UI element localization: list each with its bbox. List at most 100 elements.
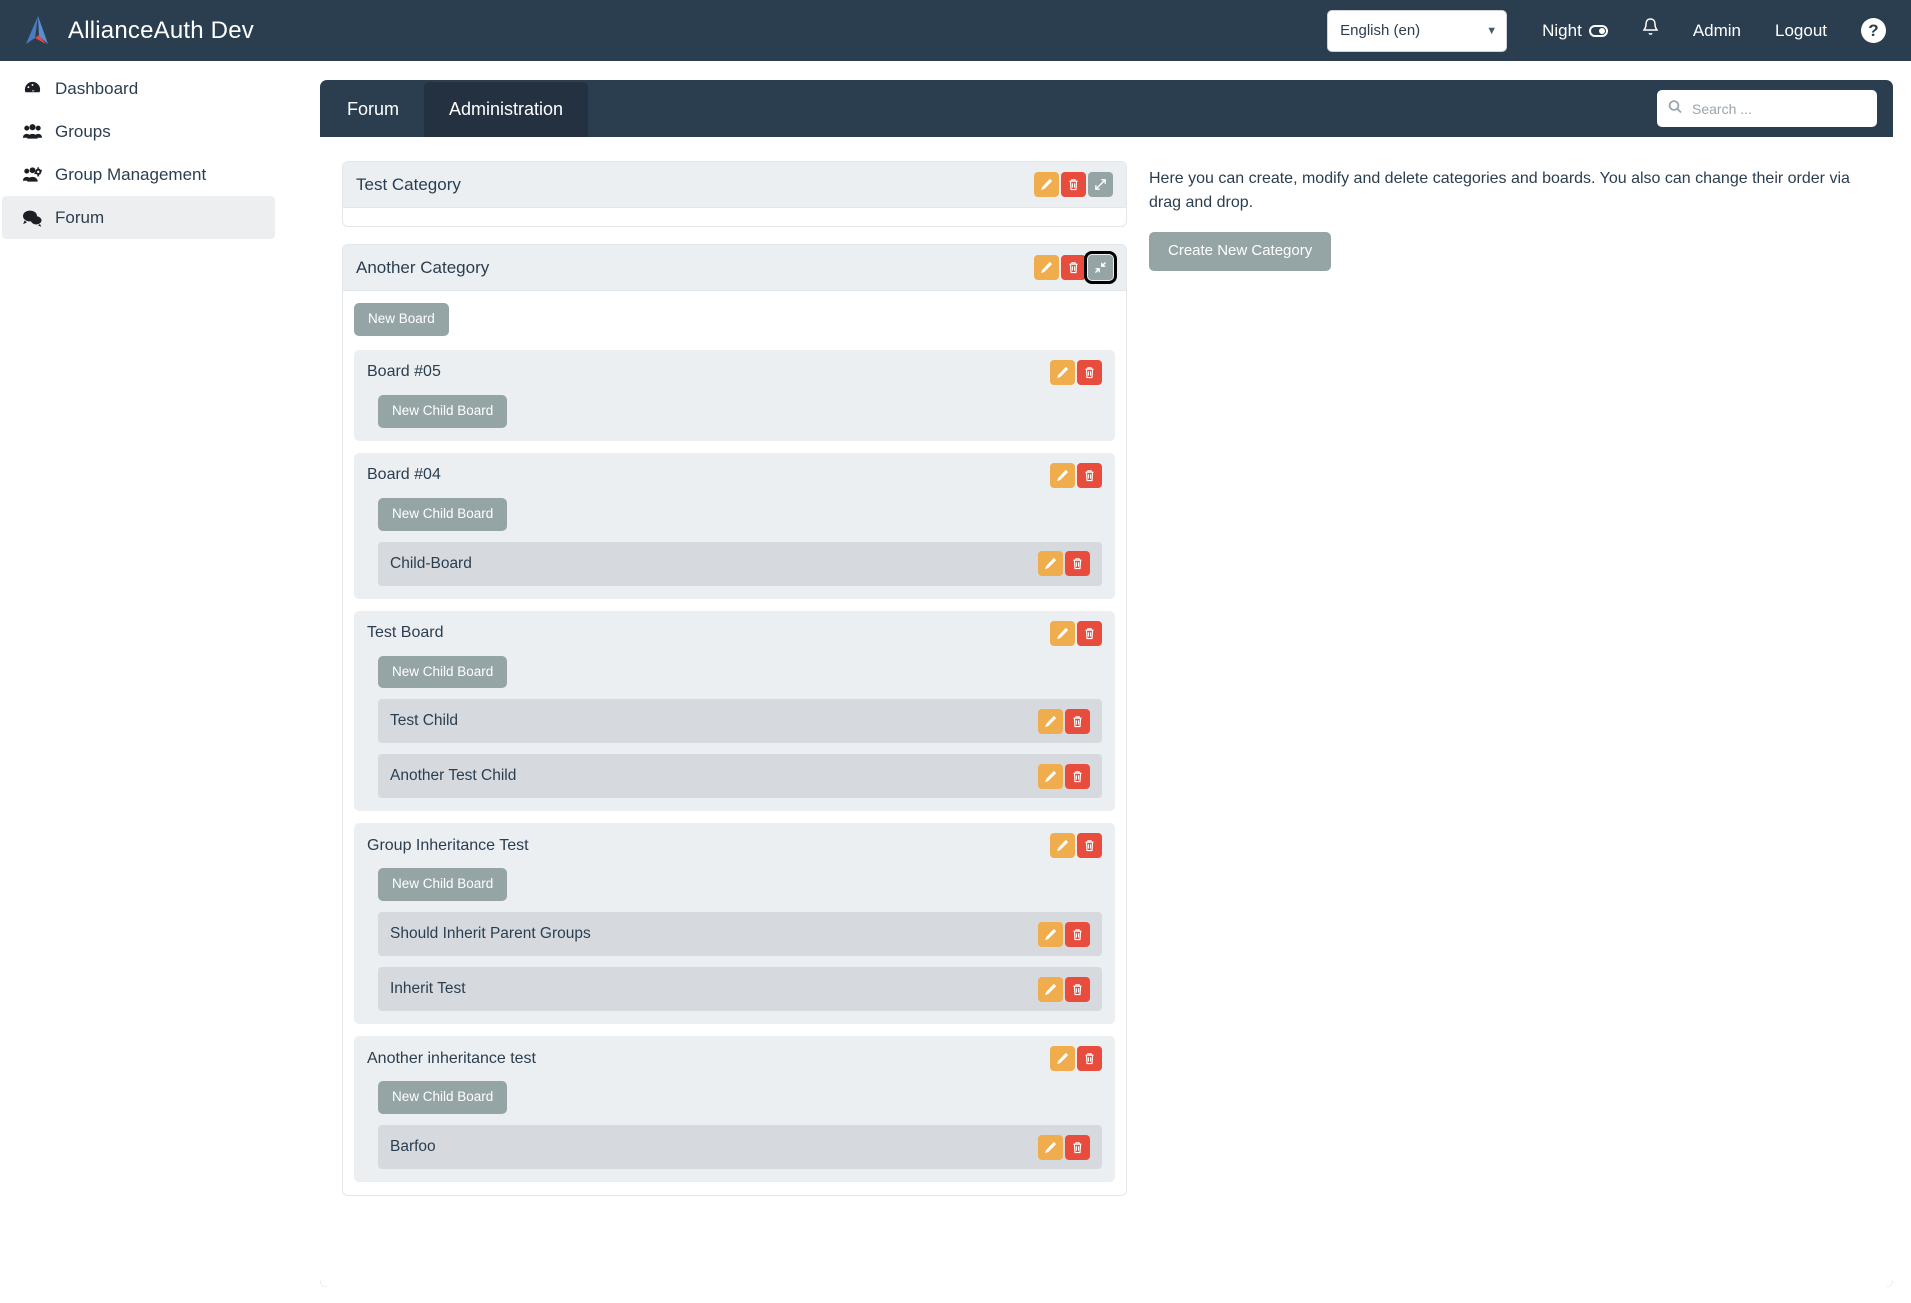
- new-child-board-button[interactable]: New Child Board: [378, 498, 507, 531]
- delete-child-board-button[interactable]: [1065, 922, 1090, 947]
- trash-icon: [1071, 928, 1084, 941]
- sidebar-item-label: Group Management: [55, 165, 206, 185]
- trash-icon: [1071, 1141, 1084, 1154]
- child-board-actions: [1038, 764, 1090, 789]
- delete-child-board-button[interactable]: [1065, 1135, 1090, 1160]
- admin-link[interactable]: Admin: [1676, 0, 1758, 61]
- edit-child-board-button[interactable]: [1038, 764, 1063, 789]
- child-board-row[interactable]: Inherit Test: [378, 967, 1102, 1011]
- edit-board-button[interactable]: [1050, 621, 1075, 646]
- expand-category-button[interactable]: [1088, 172, 1113, 197]
- delete-child-board-button[interactable]: [1065, 764, 1090, 789]
- dashboard-icon: [20, 79, 44, 98]
- category-header[interactable]: Test Category: [343, 162, 1126, 208]
- category-title: Test Category: [356, 175, 461, 195]
- forum-icon: [20, 209, 44, 227]
- create-new-category-button[interactable]: Create New Category: [1149, 232, 1331, 271]
- language-select-wrapper: English (en) ▼: [1327, 10, 1525, 52]
- board-card: Board #05: [354, 350, 1115, 441]
- edit-board-button[interactable]: [1050, 463, 1075, 488]
- trash-icon: [1083, 1052, 1096, 1065]
- search-input[interactable]: [1657, 90, 1877, 127]
- delete-board-button[interactable]: [1077, 621, 1102, 646]
- board-header[interactable]: Board #05: [354, 350, 1115, 395]
- child-board-actions: [1038, 709, 1090, 734]
- trash-icon: [1071, 557, 1084, 570]
- new-child-board-button[interactable]: New Child Board: [378, 868, 507, 901]
- trash-icon: [1083, 469, 1096, 482]
- edit-board-button[interactable]: [1050, 1046, 1075, 1071]
- board-title: Board #04: [367, 466, 441, 484]
- board-body: New Child Board Test Child: [354, 656, 1115, 812]
- edit-category-button[interactable]: [1034, 172, 1059, 197]
- tab-forum[interactable]: Forum: [322, 82, 424, 137]
- child-board-title: Barfoo: [390, 1138, 436, 1156]
- child-board-row[interactable]: Another Test Child: [378, 754, 1102, 798]
- category-header[interactable]: Another Category: [343, 245, 1126, 291]
- new-child-board-button[interactable]: New Child Board: [378, 395, 507, 428]
- collapse-category-button[interactable]: [1088, 255, 1113, 280]
- delete-category-button[interactable]: [1061, 172, 1086, 197]
- delete-child-board-button[interactable]: [1065, 551, 1090, 576]
- night-mode-toggle[interactable]: Night: [1525, 0, 1625, 61]
- search-area: [1657, 80, 1893, 137]
- help-question-icon: ?: [1861, 18, 1886, 43]
- sidebar-item-groups[interactable]: Groups: [2, 110, 275, 153]
- trash-icon: [1083, 839, 1096, 852]
- child-board-row[interactable]: Barfoo: [378, 1125, 1102, 1169]
- notifications-link[interactable]: [1625, 0, 1676, 61]
- new-child-board-button[interactable]: New Child Board: [378, 1081, 507, 1114]
- sidebar: Dashboard Groups Group Management: [0, 61, 277, 1303]
- child-board-actions: [1038, 1135, 1090, 1160]
- child-board-row[interactable]: Child-Board: [378, 542, 1102, 586]
- category-body: [343, 208, 1126, 226]
- logout-link[interactable]: Logout: [1758, 0, 1844, 61]
- board-actions: [1050, 833, 1102, 858]
- navbar-right-group: English (en) ▼ Night Admin Logout ?: [1327, 0, 1911, 61]
- new-board-button[interactable]: New Board: [354, 303, 449, 336]
- edit-board-button[interactable]: [1050, 360, 1075, 385]
- delete-board-button[interactable]: [1077, 1046, 1102, 1071]
- delete-board-button[interactable]: [1077, 360, 1102, 385]
- delete-child-board-button[interactable]: [1065, 709, 1090, 734]
- tab-administration[interactable]: Administration: [424, 82, 588, 137]
- delete-board-button[interactable]: [1077, 463, 1102, 488]
- brand-link[interactable]: AllianceAuth Dev: [22, 14, 254, 48]
- pencil-icon: [1044, 557, 1057, 570]
- edit-child-board-button[interactable]: [1038, 922, 1063, 947]
- board-card: Test Board: [354, 611, 1115, 812]
- pencil-icon: [1056, 469, 1069, 482]
- sidebar-item-forum[interactable]: Forum: [2, 196, 275, 239]
- brand-title: AllianceAuth Dev: [68, 17, 254, 45]
- child-board-row[interactable]: Should Inherit Parent Groups: [378, 912, 1102, 956]
- sidebar-item-group-management[interactable]: Group Management: [2, 153, 275, 196]
- category-actions: [1034, 255, 1113, 280]
- help-link[interactable]: ?: [1844, 18, 1903, 43]
- edit-child-board-button[interactable]: [1038, 977, 1063, 1002]
- night-mode-label: Night: [1542, 0, 1582, 61]
- new-child-board-button[interactable]: New Child Board: [378, 656, 507, 689]
- child-board-title: Should Inherit Parent Groups: [390, 925, 591, 943]
- category-card: Test Category: [342, 161, 1127, 227]
- edit-child-board-button[interactable]: [1038, 551, 1063, 576]
- edit-child-board-button[interactable]: [1038, 1135, 1063, 1160]
- delete-child-board-button[interactable]: [1065, 977, 1090, 1002]
- pencil-icon: [1056, 839, 1069, 852]
- delete-category-button[interactable]: [1061, 255, 1086, 280]
- delete-board-button[interactable]: [1077, 833, 1102, 858]
- board-header[interactable]: Board #04: [354, 453, 1115, 498]
- sidebar-item-dashboard[interactable]: Dashboard: [2, 67, 275, 110]
- board-title: Another inheritance test: [367, 1050, 536, 1068]
- category-body: New Board Board #05: [343, 291, 1126, 1195]
- edit-category-button[interactable]: [1034, 255, 1059, 280]
- edit-board-button[interactable]: [1050, 833, 1075, 858]
- sidebar-item-label: Groups: [55, 122, 111, 142]
- edit-child-board-button[interactable]: [1038, 709, 1063, 734]
- trash-icon: [1071, 983, 1084, 996]
- child-board-row[interactable]: Test Child: [378, 699, 1102, 743]
- language-select[interactable]: English (en): [1327, 10, 1507, 52]
- board-header[interactable]: Group Inheritance Test: [354, 823, 1115, 868]
- board-card: Group Inheritance Test: [354, 823, 1115, 1024]
- board-header[interactable]: Another inheritance test: [354, 1036, 1115, 1081]
- board-header[interactable]: Test Board: [354, 611, 1115, 656]
